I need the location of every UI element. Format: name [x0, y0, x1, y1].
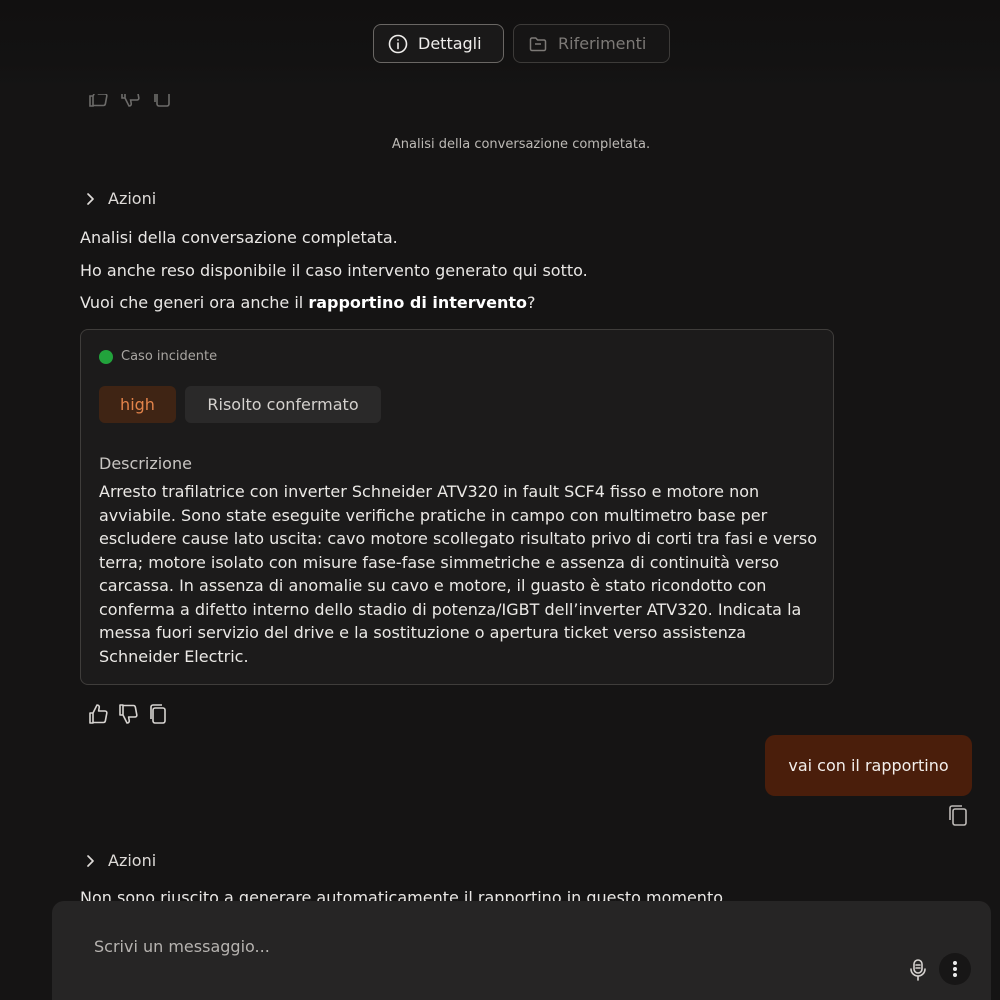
tab-riferimenti[interactable]: Riferimenti — [513, 24, 670, 63]
system-note: Analisi della conversazione completata. — [391, 137, 651, 152]
case-card-title: Caso incidente — [121, 349, 218, 364]
thumbs-up-icon[interactable] — [88, 703, 108, 725]
thumbs-up-icon[interactable] — [88, 94, 108, 114]
severity-badge: high — [99, 386, 176, 423]
feedback-row — [88, 703, 168, 725]
more-vertical-icon[interactable] — [939, 953, 971, 985]
chevron-right-icon — [84, 192, 96, 206]
previous-feedback-row — [88, 94, 178, 114]
description-label: Descrizione — [99, 454, 192, 473]
copy-icon[interactable] — [947, 803, 969, 827]
message-composer — [52, 901, 991, 1000]
top-bar: Dettagli Riferimenti — [0, 0, 1000, 88]
folder-icon — [528, 34, 548, 54]
assistant-line-3: Vuoi che generi ora anche il rapportino … — [80, 293, 535, 312]
assistant-line-2: Ho anche reso disponibile il caso interv… — [80, 261, 588, 280]
actions-label: Azioni — [108, 189, 157, 208]
incident-case-card: Caso incidente high Risolto confermato D… — [80, 329, 834, 685]
info-icon — [388, 34, 408, 54]
tab-dettagli[interactable]: Dettagli — [373, 24, 504, 63]
message-input[interactable] — [94, 937, 874, 956]
status-dot — [99, 349, 113, 364]
case-card-header: Caso incidente — [99, 349, 217, 364]
actions-expander[interactable]: Azioni — [84, 189, 156, 208]
actions-label: Azioni — [108, 851, 157, 870]
tab-riferimenti-label: Riferimenti — [558, 34, 647, 53]
assistant-line-3-prefix: Vuoi che generi ora anche il — [80, 293, 309, 312]
user-message-bubble: vai con il rapportino — [765, 735, 972, 796]
actions-expander-2[interactable]: Azioni — [84, 851, 156, 870]
microphone-icon[interactable] — [906, 957, 930, 983]
copy-icon[interactable] — [152, 94, 172, 114]
thumbs-down-icon[interactable] — [120, 94, 140, 114]
assistant-line-3-bold: rapportino di intervento — [308, 293, 527, 312]
chevron-right-icon — [84, 854, 96, 868]
assistant-line-1: Analisi della conversazione completata. — [80, 228, 398, 247]
thumbs-down-icon[interactable] — [118, 703, 138, 725]
status-badge: Risolto confermato — [185, 386, 381, 423]
copy-icon[interactable] — [148, 703, 168, 725]
description-text: Arresto trafilatrice con inverter Schnei… — [99, 482, 818, 666]
tab-dettagli-label: Dettagli — [418, 34, 482, 53]
assistant-line-3-suffix: ? — [526, 293, 536, 312]
